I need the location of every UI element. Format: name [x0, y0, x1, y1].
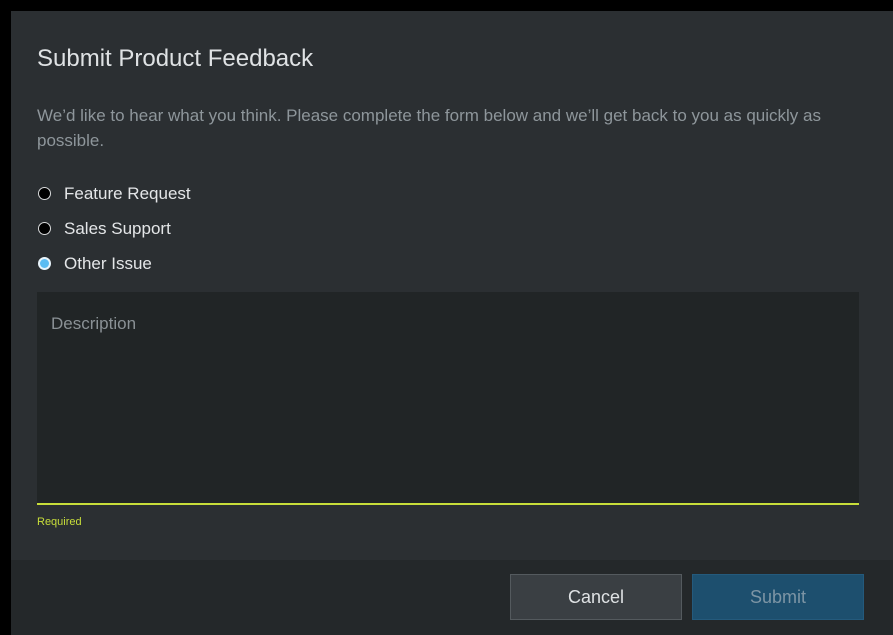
option-other-issue[interactable]: Other Issue: [38, 246, 191, 281]
dialog-intro: We’d like to hear what you think. Please…: [37, 106, 821, 150]
description-input[interactable]: [37, 292, 859, 503]
dialog-title: Submit Product Feedback: [37, 45, 314, 72]
radio-other-issue[interactable]: [38, 257, 51, 270]
option-sales-support[interactable]: Sales Support: [38, 211, 191, 246]
radio-feature-request[interactable]: [38, 187, 51, 200]
option-label: Sales Support: [64, 218, 171, 238]
feedback-dialog: Submit Product Feedback We’d like to hea…: [11, 11, 893, 635]
cancel-button[interactable]: Cancel: [510, 574, 682, 620]
description-field-container: [37, 292, 859, 505]
submit-button[interactable]: Submit: [692, 574, 864, 620]
dialog-footer: Cancel Submit: [11, 560, 893, 635]
option-label: Other Issue: [64, 253, 152, 273]
required-helper-text: Required: [37, 516, 82, 528]
option-label: Feature Request: [64, 183, 191, 203]
feedback-type-options: Feature Request Sales Support Other Issu…: [38, 176, 191, 281]
option-feature-request[interactable]: Feature Request: [38, 176, 191, 211]
radio-sales-support[interactable]: [38, 222, 51, 235]
